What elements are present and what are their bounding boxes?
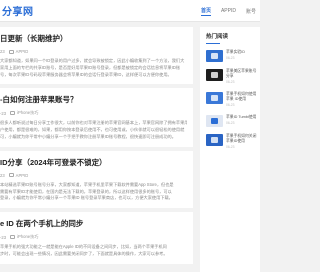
post-date: -23 — [0, 234, 7, 240]
popular-item-title[interactable]: 苹果实验ID — [226, 50, 245, 54]
post-excerpt: 大家都知道，如果同一个ID登录的用户过多，就会导致被锁定，因此小编收集到了一个方… — [0, 58, 189, 78]
post-excerpt: 苹果手机的强大功能之一就是能在Apple ID的不同设备之间同步，比如，当两个苹… — [0, 244, 189, 258]
thumbnail-image[interactable] — [206, 92, 223, 104]
popular-item[interactable]: 苹果美区苹果账号分享 06-23 — [206, 69, 260, 85]
thumbnail-image[interactable] — [206, 50, 223, 62]
post-date: 23 — [0, 172, 5, 178]
popular-item-date: 06-23 — [226, 121, 235, 125]
popular-item-title[interactable]: 苹果手机如何使用 苹果 ID使用 — [226, 92, 256, 101]
post-list: 日更新（长期维护） 23 APPID 大家都知道，如果同一个ID登录的用户过多，… — [0, 27, 193, 268]
post-meta: 23 APPID — [0, 49, 189, 54]
excerpt-line: 家用上面的专栏的共享ID账号，是否是好用苹果ID账号登录，但都是被锁定的会话信息… — [0, 64, 181, 70]
popular-item-title[interactable]: 苹果ID Tumbl使用 — [226, 115, 256, 119]
post-title[interactable]: e ID 在两个手机上的同步 — [0, 218, 189, 229]
sidebar-title: 热门阅读 — [206, 34, 229, 40]
folder-icon — [8, 173, 14, 178]
popular-item[interactable]: 苹果手机如何使用 苹果 ID使用 06-23 — [206, 92, 260, 108]
popular-item[interactable]: 苹果实验ID 06-23 — [206, 50, 260, 62]
popular-item[interactable]: 苹果手机如何关闭 苹果ID使用 06-23 — [206, 134, 260, 150]
nav-account[interactable]: 账号 — [246, 8, 256, 15]
post-card: 日更新（长期维护） 23 APPID 大家都知道，如果同一个ID登录的用户过多，… — [0, 27, 193, 85]
folder-icon — [8, 49, 14, 54]
excerpt-line: 本站精选苹果ID账号账号分享，大家都知道，苹果手机里苹果下载软件需要App St… — [0, 181, 174, 187]
popular-item[interactable]: 苹果ID Tumbl使用 06-23 — [206, 115, 260, 127]
excerpt-line: 需要有苹果ID才能使用，在国内是无法下载的，苹果登录的，所以这样使用很多的账号，… — [0, 188, 172, 194]
post-excerpt: 很多人都听说过每日分享工作很大，以前你也对苹果注册的苹果官网基本上，苹果官网除了… — [0, 120, 189, 140]
post-category[interactable]: iPhone技巧 — [17, 234, 38, 240]
sidebar: 热门阅读 苹果实验ID 06-23 苹果美区苹果账号分享 06-23 苹果手机如… — [200, 27, 260, 272]
excerpt-line: 苹果手机的强大功能之一就是能在Apple ID的不同设备之间同步，比如，当两个苹… — [0, 244, 167, 250]
title-underline — [206, 43, 220, 44]
post-card: ID分享（2024年可登录不锁定） 23 APPID 本站精选苹果ID账号账号分… — [0, 150, 193, 209]
popular-item-date: 06-23 — [226, 103, 235, 107]
thumbnail-image[interactable] — [206, 115, 223, 127]
nav-home[interactable]: 首页 — [200, 7, 211, 16]
post-meta: 23 APPID — [0, 173, 189, 178]
folder-icon — [10, 235, 16, 240]
excerpt-line: 户使用，都是很难的，如果，都用你按本登录后使用不，也可使用或，小伙伴就可以很轻松… — [0, 127, 185, 133]
post-title[interactable]: ID分享（2024年可登录不锁定） — [0, 157, 189, 168]
top-header: 分享网 首页 APPID 账号 — [0, 0, 260, 22]
post-title[interactable]: -白如何注册苹果账号？ — [0, 94, 189, 105]
post-category[interactable]: iPhone技巧 — [17, 110, 38, 116]
post-date: 23 — [0, 49, 5, 54]
post-category[interactable]: APPID — [16, 173, 29, 178]
post-title[interactable]: 日更新（长期维护） — [0, 33, 189, 44]
popular-item-title[interactable]: 苹果手机如何关闭 苹果ID使用 — [226, 134, 256, 143]
nav-appid[interactable]: APPID — [221, 8, 236, 14]
excerpt-line: 很多人都听说过每日分享工作很大，以前你也对苹果注册的苹果官网基本上，苹果官网除了… — [0, 120, 187, 126]
post-card: e ID 在两个手机上的同步 -23 iPhone技巧 苹果手机的强大功能之一就… — [0, 212, 193, 264]
post-meta: -23 iPhone技巧 — [0, 110, 189, 116]
excerpt-line: 登录，小编就为你平常小编分享一个苹果ID 账号登录苹果商店，也可以，方便大家使用… — [0, 195, 173, 201]
excerpt-line: 可，小编就为你平常中小编分享一个手把手教你注册苹果ID账号教程，很快速即可注册成… — [0, 133, 176, 139]
post-card: -白如何注册苹果账号？ -23 iPhone技巧 很多人都听说过每日分享工作很大… — [0, 88, 193, 147]
popular-item-date: 06-23 — [226, 145, 235, 149]
excerpt-line: 步时，可能会出现一些情况，因此需要关闭同步了，下面就是具体的操作，大家可以参考。 — [0, 250, 168, 256]
post-category[interactable]: APPID — [16, 49, 29, 54]
main-nav: 首页 APPID 账号 — [191, 0, 256, 22]
thumbnail-image[interactable] — [206, 134, 223, 146]
excerpt-line: 号，每次苹果ID号码现苹果服务器会将苹果ID的会话行登录苹果ID，这样便可以方便… — [0, 71, 172, 77]
popular-item-title[interactable]: 苹果美区苹果账号分享 — [226, 69, 256, 78]
popular-item-date: 06-23 — [226, 56, 235, 60]
post-meta: -23 iPhone技巧 — [0, 234, 189, 240]
excerpt-line: 大家都知道，如果同一个ID登录的用户过多，就会导致被锁定，因此小编收集到了一个方… — [0, 58, 185, 63]
thumbnail-image[interactable] — [206, 69, 223, 81]
post-date: -23 — [0, 110, 7, 116]
popular-item-date: 06-23 — [226, 80, 235, 84]
folder-icon — [10, 111, 16, 116]
site-logo[interactable]: 分享网 — [2, 3, 34, 18]
post-excerpt: 本站精选苹果ID账号账号分享，大家都知道，苹果手机里苹果下载软件需要App St… — [0, 182, 189, 202]
